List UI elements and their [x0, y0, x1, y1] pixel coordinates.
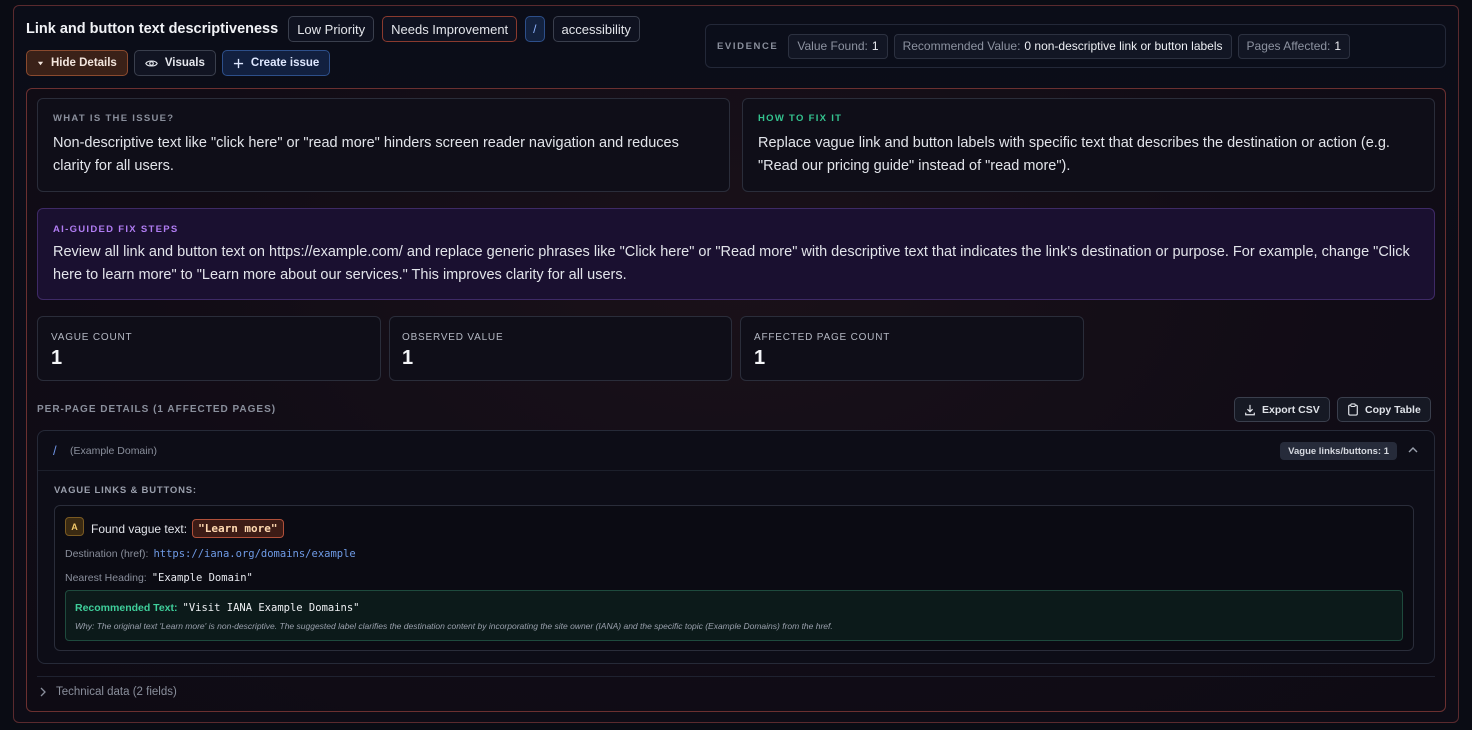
value-found-chip: Value Found: 1	[788, 33, 888, 59]
recommended-text-label: Recommended Text:	[75, 602, 178, 614]
stat-label: AFFECTED PAGE COUNT	[754, 332, 891, 343]
action-toolbar: Hide Details Visuals Create issue	[26, 50, 331, 76]
category-badge: accessibility	[552, 16, 640, 42]
page-details-card: / (Example Domain) Vague links/buttons: …	[37, 430, 1435, 664]
found-label: Found vague text:	[91, 521, 188, 536]
issue-header-label: WHAT IS THE ISSUE?	[53, 113, 175, 124]
export-csv-button[interactable]: Export CSV	[1234, 397, 1330, 422]
pages-affected-chip: Pages Affected: 1	[1237, 33, 1351, 59]
eye-icon	[145, 59, 158, 67]
plus-icon	[233, 58, 243, 68]
page-name: (Example Domain)	[70, 445, 157, 457]
value-found-label: Value Found:	[797, 39, 868, 53]
found-vague-value: "Learn more"	[192, 519, 284, 538]
ai-steps-text: Review all link and button text on https…	[53, 244, 1410, 283]
clipboard-icon	[1348, 403, 1358, 416]
stat-value: 1	[754, 347, 766, 369]
evidence-label: EVIDENCE	[717, 40, 779, 52]
stat-label: VAGUE COUNT	[51, 332, 133, 343]
page-row-header[interactable]: / (Example Domain) Vague links/buttons: …	[38, 431, 1434, 471]
issue-title: Link and button text descriptiveness	[26, 21, 279, 37]
recommended-value-label: Recommended Value:	[902, 39, 1021, 53]
recommended-value: 0 non-descriptive link or button labels	[1024, 39, 1223, 53]
vague-count-badge: Vague links/buttons: 1	[1280, 442, 1397, 460]
chevron-right-icon	[40, 687, 46, 697]
priority-badge: Low Priority	[288, 16, 375, 42]
visuals-button[interactable]: Visuals	[133, 50, 216, 76]
create-issue-button[interactable]: Create issue	[221, 50, 331, 76]
stat-vague-count: VAGUE COUNT 1	[37, 316, 381, 381]
stat-label: OBSERVED VALUE	[402, 332, 504, 343]
technical-data-label: Technical data (2 fields)	[56, 686, 177, 698]
value-found-value: 1	[871, 39, 879, 53]
copy-table-label: Copy Table	[1365, 403, 1421, 416]
stat-value: 1	[402, 347, 414, 369]
destination-row: Destination (href): https://iana.org/dom…	[65, 548, 356, 560]
issue-text: Non-descriptive text like "click here" o…	[53, 135, 679, 174]
destination-link[interactable]: https://iana.org/domains/example	[153, 548, 355, 560]
nearest-heading-label: Nearest Heading:	[65, 572, 147, 584]
path-badge: /	[525, 16, 545, 42]
pages-affected-label: Pages Affected:	[1246, 39, 1331, 53]
recommendation-reason: Why: The original text 'Learn more' is n…	[75, 621, 833, 631]
nearest-heading-value: "Example Domain"	[151, 572, 253, 584]
finding-letter-badge: A	[65, 517, 84, 536]
page-path: /	[53, 443, 57, 458]
ai-steps-header-label: AI-GUIDED FIX STEPS	[53, 224, 179, 235]
found-vague-text-row: Found vague text: "Learn more"	[91, 519, 284, 538]
fix-card: HOW TO FIX IT Replace vague link and but…	[742, 98, 1435, 192]
visuals-label: Visuals	[164, 57, 205, 69]
status-badge: Needs Improvement	[382, 16, 518, 42]
per-page-title: PER-PAGE DETAILS (1 AFFECTED PAGES)	[37, 404, 277, 415]
stat-observed-value: OBSERVED VALUE 1	[389, 316, 732, 381]
recommended-text-row: Recommended Text: "Visit IANA Example Do…	[75, 602, 360, 614]
evidence-bar: EVIDENCE Value Found: 1 Recommended Valu…	[705, 24, 1446, 68]
fix-header-label: HOW TO FIX IT	[758, 113, 843, 124]
issue-card-what: WHAT IS THE ISSUE? Non-descriptive text …	[37, 98, 730, 192]
pages-affected-value: 1	[1334, 39, 1342, 53]
vague-links-section-title: VAGUE LINKS & BUTTONS:	[54, 485, 197, 496]
download-icon	[1245, 404, 1255, 415]
chevron-up-icon[interactable]	[1406, 443, 1420, 457]
nearest-heading-row: Nearest Heading: "Example Domain"	[65, 572, 253, 584]
create-issue-label: Create issue	[250, 57, 320, 69]
caret-down-icon	[37, 61, 44, 65]
stat-affected-page-count: AFFECTED PAGE COUNT 1	[740, 316, 1084, 381]
hide-details-button[interactable]: Hide Details	[26, 50, 128, 76]
ai-fix-steps-card: AI-GUIDED FIX STEPS Review all link and …	[37, 208, 1435, 300]
export-csv-label: Export CSV	[1262, 403, 1320, 416]
issue-header: Link and button text descriptiveness Low…	[26, 16, 640, 42]
destination-label: Destination (href):	[65, 548, 149, 560]
stat-value: 1	[51, 347, 63, 369]
vague-link-finding: A Found vague text: "Learn more" Destina…	[54, 505, 1414, 651]
fix-text: Replace vague link and button labels wit…	[758, 135, 1390, 174]
technical-data-toggle[interactable]: Technical data (2 fields)	[39, 686, 177, 698]
recommended-text-value: "Visit IANA Example Domains"	[182, 602, 360, 614]
recommended-text-box: Recommended Text: "Visit IANA Example Do…	[65, 590, 1403, 641]
recommended-value-chip: Recommended Value: 0 non-descriptive lin…	[893, 33, 1232, 59]
hide-details-label: Hide Details	[51, 57, 117, 69]
copy-table-button[interactable]: Copy Table	[1337, 397, 1431, 422]
divider	[37, 676, 1435, 677]
